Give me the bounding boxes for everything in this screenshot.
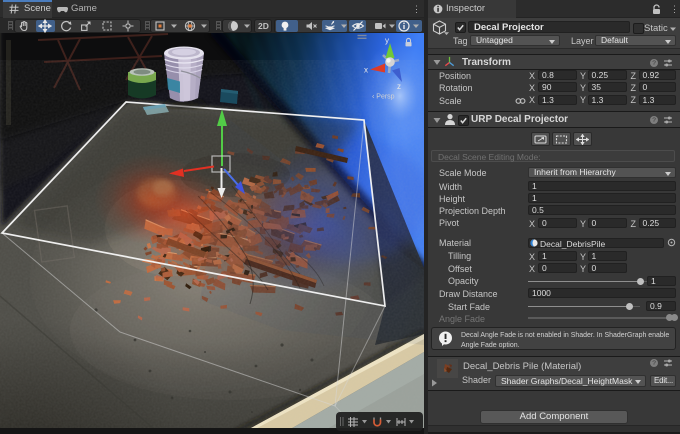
svg-text:y: y bbox=[385, 36, 389, 45]
svg-text:?: ? bbox=[652, 117, 656, 124]
svg-text:z: z bbox=[397, 82, 401, 91]
svg-text:?: ? bbox=[652, 60, 656, 67]
svg-text:‹ Persp: ‹ Persp bbox=[372, 94, 395, 101]
svg-text:x: x bbox=[364, 66, 368, 75]
svg-text:?: ? bbox=[652, 360, 656, 367]
